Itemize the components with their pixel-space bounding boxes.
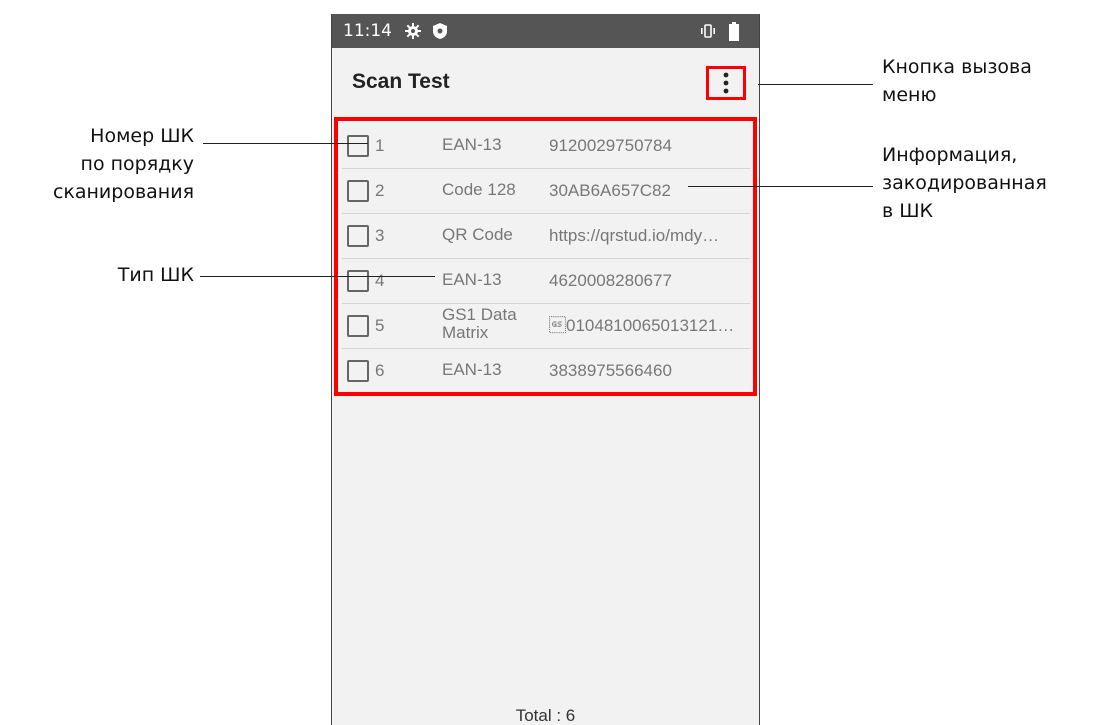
callout-line: Информация, <box>882 144 1018 166</box>
barcode-type-line: GS1 Data <box>442 305 517 324</box>
barcode-list: 1 EAN-13 9120029750784 2 Code 128 30AB6A… <box>334 117 757 396</box>
callout-encoded-info: Информация, закодированная в ШК <box>882 141 1094 225</box>
callout-pointer <box>203 143 368 144</box>
status-time: 11:14 <box>343 21 392 41</box>
callout-line: Номер ШК <box>90 125 194 147</box>
barcode-type: EAN-13 <box>442 270 502 289</box>
barcode-index: 4 <box>375 271 385 290</box>
app-title: Scan Test <box>352 70 450 93</box>
status-bar: 11:14 <box>332 14 759 48</box>
callout-line: закодированная <box>882 172 1047 194</box>
row-checkbox[interactable] <box>347 270 369 292</box>
callout-menu: Кнопка вызова меню <box>882 53 1092 109</box>
barcode-value: 3838975566460 <box>549 361 672 380</box>
callout-line: по порядку <box>80 153 194 175</box>
row-checkbox[interactable] <box>347 360 369 382</box>
callout-line: Кнопка вызова <box>882 56 1032 78</box>
phone-screen: 11:14 Scan Test 1 EAN-13 9120029750784 2… <box>331 14 760 725</box>
overflow-menu-button[interactable] <box>706 66 746 100</box>
battery-icon <box>728 22 740 46</box>
total-count: Total : 6 <box>515 706 576 725</box>
barcode-type: Code 128 <box>442 180 516 199</box>
list-item[interactable]: 6 EAN-13 3838975566460 <box>342 349 750 393</box>
list-item[interactable]: 1 EAN-13 9120029750784 <box>342 124 750 169</box>
shield-icon <box>432 22 448 44</box>
more-vert-icon <box>723 72 729 94</box>
barcode-type-line: Matrix <box>442 323 489 342</box>
callout-line: Тип ШК <box>117 264 194 286</box>
barcode-index: 3 <box>375 226 385 245</box>
callout-barcode-type: Тип ШК <box>10 261 194 289</box>
callout-line: меню <box>882 84 937 106</box>
callout-barcode-number: Номер ШК по порядку сканирования <box>10 122 194 206</box>
callout-line: в ШК <box>882 200 934 222</box>
barcode-index: 1 <box>375 136 385 155</box>
settings-gear-icon <box>404 22 422 44</box>
list-item[interactable]: 5 GS1 Data Matrix 0104810065013121… <box>342 304 750 349</box>
row-checkbox[interactable] <box>347 315 369 337</box>
list-item[interactable]: 4 EAN-13 4620008280677 <box>342 259 750 304</box>
callout-line: сканирования <box>52 181 194 203</box>
barcode-index: 6 <box>375 361 385 380</box>
list-item[interactable]: 3 QR Code https://qrstud.io/mdy… <box>342 214 750 259</box>
row-checkbox[interactable] <box>347 135 369 157</box>
barcode-value: 4620008280677 <box>549 271 672 290</box>
barcode-type: QR Code <box>442 225 513 244</box>
barcode-value: 9120029750784 <box>549 136 672 155</box>
callout-pointer <box>758 84 873 85</box>
barcode-index: 5 <box>375 316 385 335</box>
barcode-value: 30AB6A657C82 <box>549 181 671 200</box>
callout-pointer <box>688 186 873 187</box>
barcode-index: 2 <box>375 181 385 200</box>
row-checkbox[interactable] <box>347 180 369 202</box>
barcode-value: 0104810065013121… <box>549 316 735 335</box>
barcode-type: EAN-13 <box>442 135 502 154</box>
barcode-type: EAN-13 <box>442 360 502 379</box>
barcode-value: https://qrstud.io/mdy… <box>549 226 720 245</box>
vibrate-icon <box>699 22 717 44</box>
barcode-type: GS1 Data Matrix <box>442 306 517 342</box>
list-item[interactable]: 2 Code 128 30AB6A657C82 <box>342 169 750 214</box>
row-checkbox[interactable] <box>347 225 369 247</box>
callout-pointer <box>200 276 435 277</box>
app-bar: Scan Test <box>332 48 759 116</box>
